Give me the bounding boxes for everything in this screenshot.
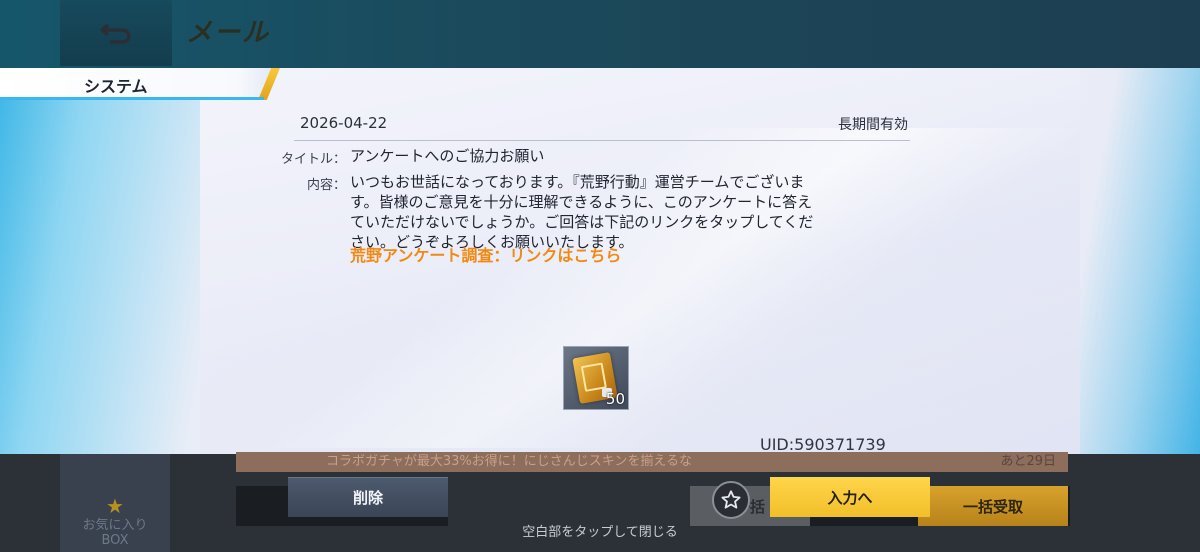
delete-button[interactable]: 削除 bbox=[288, 477, 448, 517]
back-arrow-icon bbox=[100, 23, 131, 44]
close-hint[interactable]: 空白部をタップして閉じる bbox=[0, 521, 1200, 540]
favorite-toggle-button[interactable] bbox=[712, 481, 750, 519]
star-outline-icon bbox=[721, 490, 741, 509]
tab-underline bbox=[0, 97, 264, 100]
top-header: メール bbox=[0, 0, 1200, 68]
mail-body-line: す。皆様のご意見を十分に理解できるように、このアンケートに答え bbox=[350, 193, 813, 211]
mail-body-line: ていただけないでしょうか。ご回答は下記のリンクをタップしてくだ bbox=[350, 213, 814, 231]
back-button[interactable] bbox=[60, 0, 172, 66]
background-notice: コラボガチャが最大33%お得に！にじさんじスキンを揃えるな あと29日 bbox=[236, 452, 1068, 472]
star-icon: ★ bbox=[106, 494, 124, 518]
mail-body-line: いつもお世話になっております。『荒野行動』運営チームでございま bbox=[350, 173, 805, 191]
page-title: メール bbox=[186, 18, 271, 48]
mail-title-label: タイトル： bbox=[280, 152, 346, 167]
mail-title: アンケートへのご協力お願い bbox=[350, 147, 545, 165]
divider bbox=[294, 140, 910, 141]
mail-date: 2026-04-22 bbox=[300, 114, 388, 132]
user-id: UID:590371739 bbox=[760, 435, 886, 454]
mail-validity: 長期間有効 bbox=[838, 117, 908, 133]
reward-quantity: 50 bbox=[605, 390, 625, 408]
background-notice-text: コラボガチャが最大33%お得に！にじさんじスキンを揃えるな bbox=[326, 454, 692, 469]
background-notice-remaining: あと29日 bbox=[1000, 454, 1056, 469]
tab-system[interactable]: システム bbox=[0, 68, 280, 100]
input-button[interactable]: 入力へ bbox=[770, 477, 930, 517]
mail-body: いつもお世話になっております。『荒野行動』運営チームでございま す。皆様のご意見… bbox=[350, 172, 910, 252]
mail-content-label: 内容： bbox=[306, 178, 346, 193]
tab-system-label: システム bbox=[84, 77, 148, 96]
survey-link[interactable]: 荒野アンケート調査：リンクはこちら bbox=[350, 242, 621, 266]
bulk-receive-button[interactable]: 一括受取 bbox=[918, 486, 1068, 526]
reward-item[interactable]: 50 bbox=[563, 346, 629, 410]
